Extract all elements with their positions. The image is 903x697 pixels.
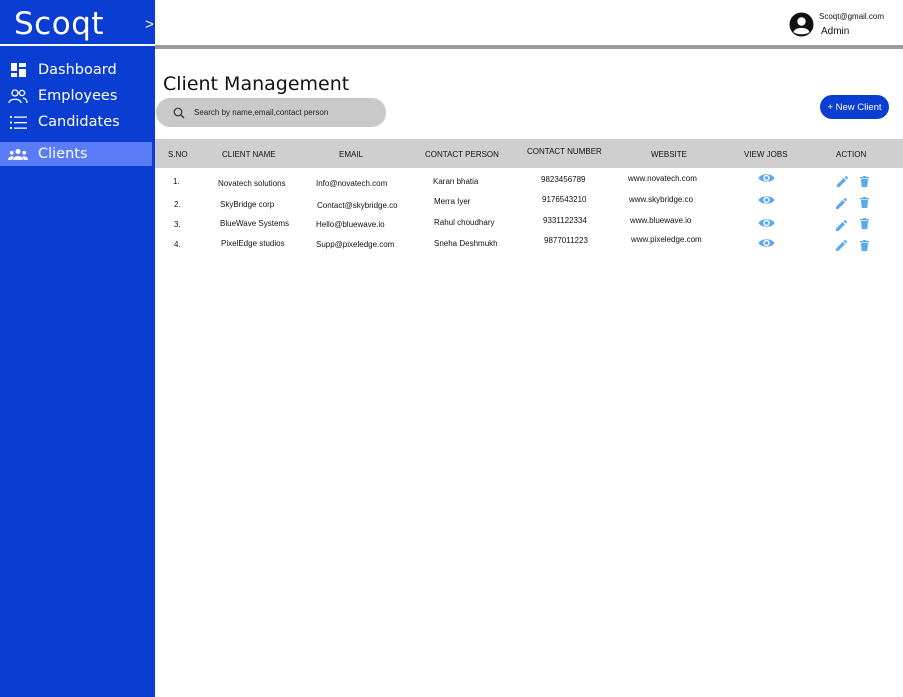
- sidebar-item-label: Employees: [38, 88, 118, 104]
- cell-contact-person: Karan bhatia: [433, 177, 479, 186]
- user-email: Scoqt@gmail.com: [819, 12, 885, 21]
- cell-sno: 1.: [173, 177, 180, 186]
- employees-icon: [8, 86, 28, 106]
- sidebar-item-clients[interactable]: Clients: [0, 142, 152, 166]
- sidebar-collapse-toggle[interactable]: >: [145, 16, 154, 33]
- edit-icon[interactable]: [836, 238, 848, 251]
- cell-website[interactable]: www.novatech.com: [628, 174, 697, 183]
- column-header-client-name: CLIENT NAME: [222, 150, 276, 159]
- cell-contact-person: Rahul choudhary: [434, 218, 495, 227]
- sidebar-item-dashboard[interactable]: Dashboard: [0, 58, 152, 82]
- delete-icon[interactable]: [860, 216, 869, 229]
- cell-email: Info@novatech.com: [316, 179, 388, 188]
- edit-icon[interactable]: [836, 196, 848, 209]
- column-header-sno: S.NO: [168, 150, 188, 159]
- cell-website[interactable]: www.skybridge.co: [629, 195, 693, 204]
- cell-contact-person: Sneha Deshmukh: [434, 239, 498, 248]
- view-jobs-eye-icon[interactable]: [758, 171, 775, 183]
- delete-icon[interactable]: [860, 195, 869, 208]
- cell-contact-number: 9331122334: [543, 216, 587, 225]
- top-bar-divider: [155, 45, 903, 49]
- table-header: S.NO CLIENT NAME EMAIL CONTACT PERSON CO…: [155, 139, 903, 168]
- cell-client-name[interactable]: BlueWave Systems: [220, 219, 289, 228]
- column-header-contact-number: CONTACT NUMBER: [527, 147, 602, 156]
- cell-website[interactable]: www.bluewave.io: [630, 216, 691, 225]
- user-role: Admin: [821, 26, 850, 37]
- new-client-button[interactable]: + New Client: [820, 95, 889, 119]
- cell-contact-number: 9176543210: [542, 195, 587, 204]
- column-header-website: WEBSITE: [651, 150, 688, 159]
- brand-header: Scoqt >: [0, 0, 155, 46]
- cell-website[interactable]: www.pixeledge.com: [631, 235, 702, 244]
- cell-sno: 4.: [174, 240, 181, 249]
- sidebar: Scoqt > Dashboard Employees Candidates C…: [0, 0, 155, 697]
- cell-client-name[interactable]: Novatech solutions: [218, 179, 286, 188]
- edit-icon[interactable]: [837, 174, 849, 187]
- delete-icon[interactable]: [860, 238, 869, 251]
- user-avatar-icon[interactable]: [789, 12, 814, 37]
- cell-email: Hello@bluewave.io: [316, 220, 385, 229]
- view-jobs-eye-icon[interactable]: [758, 236, 775, 248]
- sidebar-item-label: Candidates: [38, 114, 120, 130]
- view-jobs-eye-icon[interactable]: [758, 216, 775, 228]
- sidebar-item-label: Clients: [38, 146, 88, 162]
- cell-email: Contact@skybridge.co: [317, 201, 398, 210]
- cell-contact-number: 9823456789: [541, 175, 586, 184]
- cell-sno: 3.: [174, 220, 181, 229]
- brand-logo: Scoqt: [14, 6, 105, 42]
- column-header-action: ACTION: [836, 150, 867, 159]
- sidebar-item-candidates[interactable]: Candidates: [0, 110, 152, 134]
- sidebar-item-label: Dashboard: [38, 62, 117, 78]
- dashboard-icon: [8, 60, 28, 80]
- search-input[interactable]: [194, 102, 379, 123]
- view-jobs-eye-icon[interactable]: [758, 193, 775, 205]
- search-bar: [156, 98, 386, 127]
- column-header-email: EMAIL: [339, 150, 364, 159]
- cell-email: Supp@pixeledge.com: [316, 240, 395, 249]
- list-icon: [8, 112, 28, 132]
- column-header-contact-person: CONTACT PERSON: [425, 150, 499, 159]
- page-title: Client Management: [163, 73, 350, 95]
- sidebar-item-employees[interactable]: Employees: [0, 84, 152, 108]
- cell-client-name[interactable]: PixelEdge studios: [221, 239, 285, 248]
- cell-sno: 2.: [174, 200, 181, 209]
- cell-contact-person: Merra Iyer: [434, 197, 471, 206]
- edit-icon[interactable]: [836, 218, 848, 231]
- delete-icon[interactable]: [860, 174, 869, 187]
- clients-icon: [8, 144, 28, 164]
- cell-contact-number: 9877011223: [544, 236, 588, 245]
- search-icon: [173, 106, 185, 119]
- column-header-view-jobs: VIEW JOBS: [744, 150, 788, 159]
- cell-client-name[interactable]: SkyBridge corp: [220, 200, 274, 209]
